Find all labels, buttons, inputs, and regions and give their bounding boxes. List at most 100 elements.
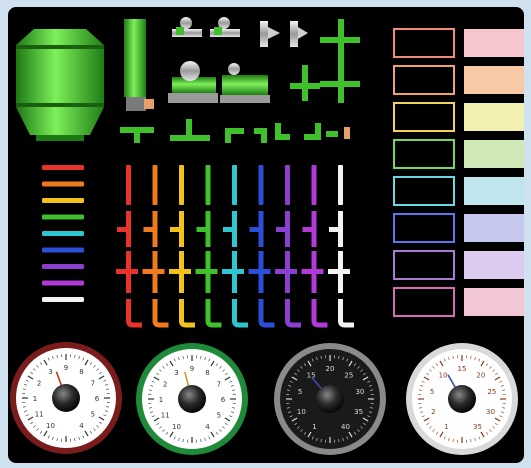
pipe-segment-icon[interactable] (152, 165, 158, 205)
pipe-elbow-icon[interactable] (225, 128, 267, 143)
pipe-fitting-column (195, 165, 222, 328)
pipe-fitting-column (169, 165, 196, 328)
pipe-tee-icon[interactable] (170, 119, 210, 141)
pipe-segment-icon[interactable] (338, 165, 343, 205)
pipe-elbow-icon[interactable] (285, 299, 302, 328)
gauge-knob[interactable] (316, 385, 344, 413)
pipe-segment-icon[interactable] (126, 165, 131, 205)
tank-icon[interactable] (16, 29, 104, 141)
valve-icon[interactable] (260, 21, 280, 47)
pipe-cross-icon[interactable] (320, 19, 360, 63)
pipe-cross-branch (142, 269, 165, 274)
pipe-elbow-icon[interactable] (179, 299, 196, 328)
components-canvas: 1011123987654 1011123987654 11051520253035… (10, 17, 524, 455)
pipe-segment-icon[interactable] (232, 165, 237, 205)
text-panel-icon[interactable] (393, 65, 455, 95)
gauge-number: 10 (172, 423, 181, 431)
color-swatch-icon[interactable] (464, 140, 524, 168)
color-swatch-icon[interactable] (464, 103, 524, 131)
color-bar (42, 297, 84, 302)
gauge-icon[interactable]: 1011123987654 (136, 343, 248, 455)
valve-icon[interactable] (172, 17, 202, 37)
text-panel-icon[interactable] (393, 139, 455, 169)
color-swatch-icon[interactable] (464, 251, 524, 279)
pipe-elbow-icon[interactable] (126, 299, 143, 328)
color-swatch-icon[interactable] (464, 288, 524, 316)
gauge-number: 8 (79, 368, 83, 376)
pipe-elbow-icon[interactable] (338, 299, 355, 328)
pipe-tee-icon[interactable] (290, 65, 320, 101)
pipe-segment-icon[interactable] (326, 131, 338, 137)
gauge-number: 5 (91, 411, 95, 419)
gauge-number: 20 (476, 371, 485, 379)
gauge-number: 35 (354, 408, 363, 416)
pipe-cross-branch (116, 269, 138, 274)
text-panel-icon[interactable] (393, 250, 455, 280)
text-panel-icon[interactable] (393, 176, 455, 206)
gauge-number: 8 (205, 369, 209, 377)
gauge-knob[interactable] (52, 384, 80, 412)
valve-icon[interactable] (210, 17, 240, 37)
gauge-number: 2 (37, 380, 41, 388)
gauge-number: 7 (217, 381, 221, 389)
gauge-number: 10 (439, 371, 448, 379)
pipe-elbow-icon[interactable] (311, 299, 328, 328)
gauge-number: 3 (174, 369, 178, 377)
gauge-number: 1 (312, 423, 316, 431)
color-bar (42, 231, 84, 236)
gauge-number: 15 (307, 371, 316, 379)
column-icon[interactable] (124, 19, 154, 111)
gauge-number: 1 (33, 395, 37, 403)
pipe-fitting-column (301, 165, 328, 328)
pipe-elbow-icon[interactable] (232, 299, 249, 328)
pipe-cross-branch (301, 269, 324, 274)
gauge-number: 30 (486, 408, 495, 416)
pipe-elbow-icon[interactable] (275, 123, 321, 140)
pipe-fittings-grid (116, 165, 355, 328)
text-panel-icon[interactable] (393, 287, 455, 317)
pump-icon[interactable] (220, 63, 270, 103)
gauge-number: 25 (487, 388, 496, 396)
color-swatch-icon[interactable] (464, 177, 524, 205)
gauge-number: 5 (217, 412, 221, 420)
gauge-number: 1 (444, 423, 448, 431)
gauge-number: 1 (159, 396, 163, 404)
gauge-icon[interactable]: 1 10 5 15 20 25 30 35 40 (274, 343, 386, 455)
pipe-segment-icon[interactable] (344, 127, 350, 139)
gauge-icon[interactable]: 125101520253035 (406, 343, 518, 455)
pipe-cross-icon[interactable] (320, 63, 360, 103)
color-bar (42, 181, 84, 187)
gauge-knob[interactable] (178, 385, 206, 413)
color-swatch-icon[interactable] (464, 29, 524, 57)
pipe-tee-branch (276, 227, 290, 232)
gauge-number: 7 (91, 380, 95, 388)
text-panel-icon[interactable] (393, 213, 455, 243)
color-swatch-icon[interactable] (464, 214, 524, 242)
pipe-cross-branch (195, 269, 218, 274)
pipe-segment-icon[interactable] (311, 165, 317, 205)
gauge-knob[interactable] (448, 385, 476, 413)
pipe-segment-icon[interactable] (285, 165, 290, 205)
gauge-number: 5 (430, 388, 434, 396)
pump-icon[interactable] (168, 61, 218, 103)
panel-column (393, 28, 524, 317)
valve-icon[interactable] (290, 21, 308, 47)
color-bar (42, 264, 84, 269)
color-swatch-icon[interactable] (464, 66, 524, 94)
pipe-segment-icon[interactable] (179, 165, 184, 205)
gauges-row: 1011123987654 1011123987654 11051520253035… (10, 342, 518, 455)
pipe-elbow-icon[interactable] (258, 299, 275, 328)
pipe-segment-icon[interactable] (258, 165, 264, 205)
text-panel-icon[interactable] (393, 28, 455, 58)
pipe-segment-icon[interactable] (205, 165, 211, 205)
gauge-icon[interactable]: 1011123987654 (10, 342, 122, 454)
pipe-elbow-icon[interactable] (205, 299, 222, 328)
gauge-number: 2 (431, 408, 435, 416)
pipe-tee-icon[interactable] (120, 127, 154, 143)
text-panel-icon[interactable] (393, 102, 455, 132)
pipe-elbow-icon[interactable] (152, 299, 169, 328)
gauge-number: 6 (95, 395, 100, 403)
gauge-number: 4 (79, 422, 84, 430)
pipe-cross-branch (169, 269, 191, 274)
gauge-number: 2 (163, 381, 167, 389)
